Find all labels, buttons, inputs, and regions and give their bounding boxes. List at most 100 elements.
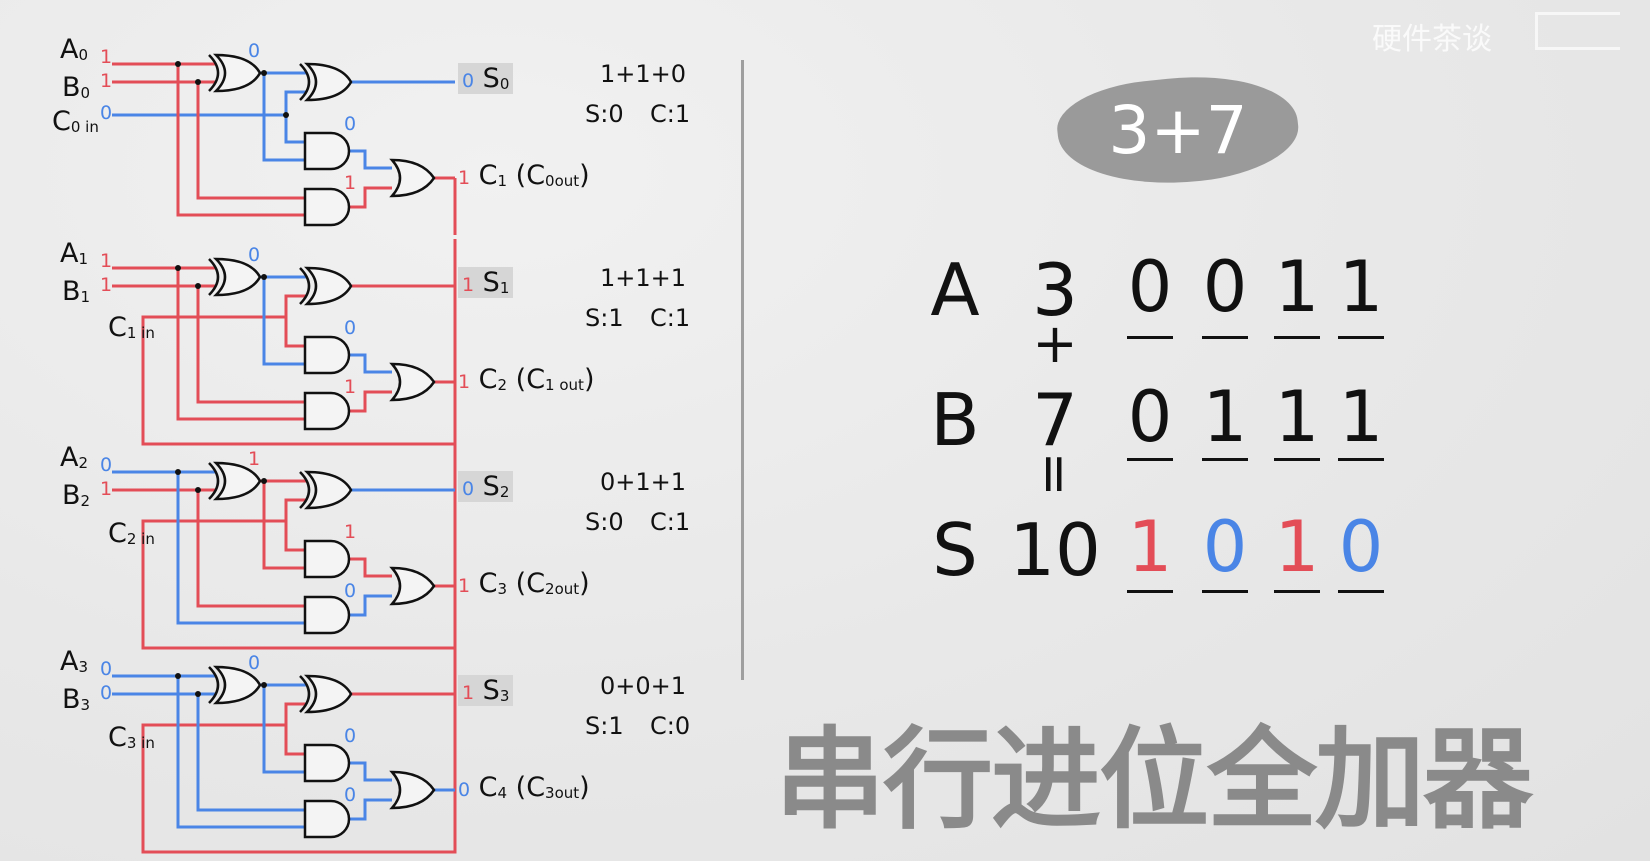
b-value: 1 [100,70,113,92]
input-b-label: B1 [62,276,91,307]
and2-value: 0 [344,784,357,806]
carry-in-label: C0 in [52,106,99,137]
stage-carry-result: C:1 [650,508,691,536]
input-b-label: B3 [62,684,91,715]
carry-out-label: 0 C4 (C3out) [458,772,590,803]
and-gate-2 [303,187,351,227]
stage-sum-result: S:1 [585,712,624,740]
row-a-label: A [930,248,980,332]
junction-dot [175,673,181,679]
bit-underline [1274,336,1320,339]
junction-dot [261,274,267,280]
a-value: 1 [100,46,113,68]
s-bit: 0 [1202,506,1248,588]
and1-to-or-wire [349,149,392,170]
junction-dot [195,79,201,85]
b-value: 0 [100,682,113,704]
b-bit: 1 [1202,376,1248,458]
carry-in-wire [141,443,457,650]
and1-value: 0 [344,317,357,339]
junction-dot [195,487,201,493]
bit-underline [1338,458,1384,461]
b-value: 1 [100,274,113,296]
xor1-value: 1 [248,448,261,470]
sum-output-label: 0 S2 [458,471,514,502]
heading: 串行进位全加器 [775,716,1533,844]
a-bit: 1 [1274,246,1320,328]
cin-to-and1-wire [284,727,305,756]
a-value: 0 [100,454,113,476]
and-gate-1 [303,539,351,579]
and2-value: 0 [344,580,357,602]
xor1-value: 0 [248,244,261,266]
b-to-and2-wire [196,490,305,608]
carry-in-label: C3 in [108,722,155,753]
input-a-label: A3 [60,646,89,677]
and1-value: 0 [344,113,357,135]
junction-dot [261,70,267,76]
b-value: 1 [100,478,113,500]
carry-in-wire [141,647,457,854]
and1-to-or-wire [349,557,392,578]
input-b-label: B2 [62,480,91,511]
and-gate-1 [303,335,351,375]
stage-carry-result: C:1 [650,100,691,128]
a-bit: 0 [1202,246,1248,328]
cin-value: 0 [100,102,113,124]
cin-to-and1-wire [284,115,305,144]
xor-gate-2 [299,470,353,510]
b-bit: 1 [1274,376,1320,458]
bit-underline [1338,336,1384,339]
xor-gate-2 [299,266,353,306]
stage-carry-result: C:1 [650,304,691,332]
or-gate [389,362,436,402]
cin-to-and1-wire [284,319,305,348]
stage-equation: 0+1+1 [600,468,687,496]
junction-dot [175,61,181,67]
or-gate [389,770,436,810]
and-gate-2 [303,391,351,431]
carry-out-label: 1 C3 (C2out) [458,568,590,599]
row-s-decimal: 10 [1009,508,1101,592]
watermark-frame [1535,12,1620,50]
stage-sum-result: S:0 [585,100,624,128]
carry-in-wire [141,239,457,446]
junction-dot [261,682,267,688]
watermark: 硬件茶谈 [1372,22,1492,57]
and1-to-or-wire [349,761,392,782]
b-to-and2-wire [196,694,305,812]
carry-out-label: 1 C1 (C0out) [458,160,590,191]
sum-output-label: 1 S3 [458,675,514,706]
b-to-and2-wire [196,82,305,200]
b-bit: 1 [1338,376,1384,458]
xor1-value: 0 [248,652,261,674]
or-gate [389,158,436,198]
b-to-and2-wire [196,286,305,404]
sum-output-label: 1 S1 [458,267,514,298]
xor1-value: 0 [248,40,261,62]
or-gate [389,566,436,606]
input-a-label: A2 [60,442,89,473]
row-b-decimal: 7 [1032,378,1078,462]
input-b-label: B0 [62,72,91,103]
carry-out-label: 1 C2 (C1 out) [458,364,595,395]
stage-carry-result: C:0 [650,712,691,740]
junction-dot [283,112,289,118]
and-gate-2 [303,595,351,635]
equals-sign: = [1023,451,1087,497]
junction-dot [175,265,181,271]
and-gate-1 [303,131,351,171]
s-bit: 1 [1274,506,1320,588]
junction-dot [175,469,181,475]
and-gate-2 [303,799,351,839]
row-s-label: S [932,508,978,592]
junction-dot [261,478,267,484]
a-value: 0 [100,658,113,680]
bit-underline [1338,590,1384,593]
and1-value: 0 [344,725,357,747]
and2-value: 1 [344,376,357,398]
junction-dot [195,691,201,697]
bit-underline [1274,590,1320,593]
s-bit: 0 [1338,506,1384,588]
b-bit: 0 [1127,376,1173,458]
